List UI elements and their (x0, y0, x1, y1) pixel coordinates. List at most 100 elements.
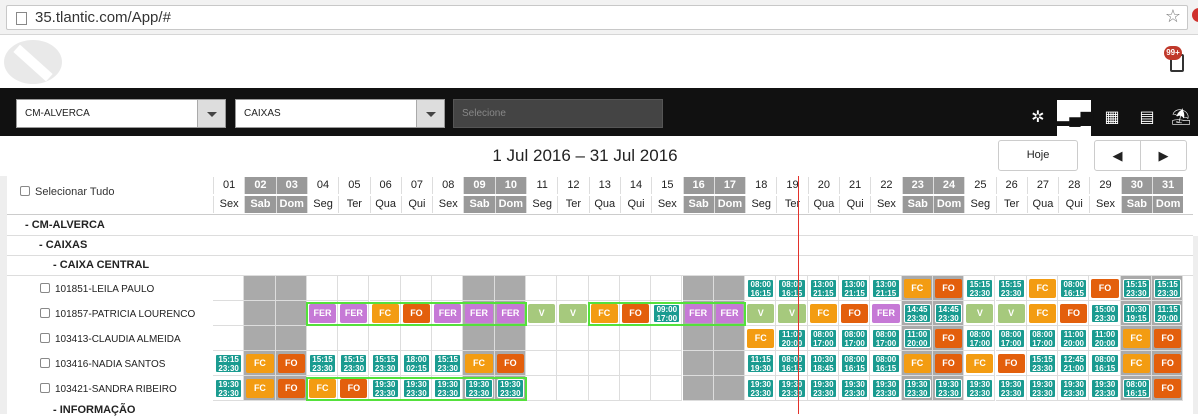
day-cell[interactable] (713, 376, 746, 401)
shift-badge[interactable]: 19:30 23:30 (778, 379, 806, 398)
day-cell[interactable] (213, 326, 245, 351)
shift-badge[interactable]: 15:15 23:30 (434, 354, 462, 373)
shift-badge[interactable]: 19:30 23:30 (1091, 379, 1119, 398)
shift-badge[interactable]: FC (966, 354, 994, 373)
vacation-icon[interactable]: ⛱ (1164, 100, 1198, 136)
shift-badge[interactable]: V (997, 304, 1025, 323)
shift-badge[interactable]: FO (1154, 379, 1182, 398)
shift-badge[interactable]: FC (903, 354, 931, 373)
shift-badge[interactable]: FC (465, 354, 493, 373)
shift-badge[interactable]: 08:00 17:00 (966, 329, 994, 348)
day-cell[interactable] (588, 326, 620, 351)
shift-badge[interactable]: V (966, 304, 994, 323)
day-cell[interactable] (588, 351, 620, 376)
shift-badge[interactable]: 11:00 20:00 (1091, 329, 1119, 348)
shift-badge[interactable]: 15:15 23:30 (215, 354, 243, 373)
shift-badge[interactable]: FC (747, 329, 775, 348)
shift-badge[interactable]: FC (903, 279, 931, 298)
day-cell[interactable] (682, 376, 714, 401)
bar-chart-icon[interactable]: ▂▄▆ (1057, 100, 1093, 136)
day-cell[interactable] (557, 326, 589, 351)
shift-badge[interactable]: 08:00 16:15 (1091, 354, 1119, 373)
notifications-button[interactable]: 99+ (1164, 46, 1190, 76)
shift-badge[interactable]: 19:30 23:30 (841, 379, 869, 398)
shift-badge[interactable]: FO (496, 354, 524, 373)
shift-badge[interactable]: FO (1154, 329, 1182, 348)
shift-badge[interactable]: 12:45 21:00 (1060, 354, 1088, 373)
shift-badge[interactable]: 19:30 23:30 (747, 379, 775, 398)
shift-badge[interactable]: V (528, 304, 556, 323)
shift-badge[interactable]: 18:00 02:15 (402, 354, 431, 373)
day-cell[interactable] (651, 326, 683, 351)
shift-badge[interactable]: FO (934, 329, 963, 348)
shift-badge[interactable]: 15:15 23:30 (340, 354, 368, 373)
employee-checkbox[interactable] (40, 333, 50, 343)
shift-badge[interactable]: 08:00 16:15 (778, 354, 806, 373)
shift-badge[interactable]: 08:00 17:00 (1028, 329, 1057, 348)
day-cell[interactable] (588, 276, 620, 301)
shift-badge[interactable]: 11:15 20:00 (1154, 304, 1182, 323)
third-select[interactable]: Selecione (453, 99, 663, 128)
shift-badge[interactable]: 10:30 19:15 (1122, 304, 1150, 323)
employee-label[interactable]: 101857-PATRICIA LOURENCO (40, 308, 195, 320)
shift-badge[interactable]: 15:15 23:30 (997, 279, 1025, 298)
shift-badge[interactable]: 19:30 23:30 (997, 379, 1025, 398)
day-cell[interactable] (557, 376, 589, 401)
shift-badge[interactable]: 15:15 23:30 (308, 354, 337, 373)
shift-badge[interactable]: 15:15 23:30 (1028, 354, 1057, 373)
shift-badge[interactable]: 15:15 23:30 (1154, 279, 1182, 298)
shift-badge[interactable]: FC (1122, 354, 1150, 373)
extension-icon[interactable] (1192, 8, 1198, 22)
day-cell[interactable] (557, 351, 589, 376)
shift-badge[interactable]: 08:00 17:00 (841, 329, 869, 348)
shift-badge[interactable]: 14:45 23:30 (903, 304, 931, 323)
scrollbar[interactable] (1193, 236, 1198, 414)
select-all-checkbox[interactable] (20, 186, 30, 196)
shift-badge[interactable]: 08:00 16:15 (778, 279, 806, 298)
employee-label[interactable]: 101851-LEILA PAULO (40, 283, 154, 295)
shift-badge[interactable]: 19:30 23:30 (966, 379, 994, 398)
day-cell[interactable] (369, 276, 401, 301)
chevron-down-icon[interactable] (416, 100, 444, 127)
day-cell[interactable] (682, 351, 714, 376)
shift-badge[interactable]: 19:30 23:30 (215, 379, 243, 398)
next-button[interactable]: ▶ (1140, 140, 1187, 171)
day-cell[interactable] (432, 326, 464, 351)
shift-badge[interactable]: 13:00 21:15 (872, 279, 900, 298)
shift-badge[interactable]: 13:00 21:15 (809, 279, 837, 298)
day-cell[interactable] (213, 301, 245, 326)
day-cell[interactable] (275, 301, 307, 326)
shift-badge[interactable]: 11:00 20:00 (778, 329, 806, 348)
day-cell[interactable] (526, 276, 558, 301)
employee-checkbox[interactable] (40, 283, 50, 293)
shift-badge[interactable]: 11:00 20:00 (903, 329, 931, 348)
shift-badge[interactable]: FO (277, 379, 305, 398)
shift-badge[interactable]: FO (934, 279, 963, 298)
url-text[interactable]: 35.tlantic.com/App/# (35, 9, 171, 26)
day-cell[interactable] (619, 376, 652, 401)
shift-badge[interactable]: FC (246, 379, 274, 398)
prev-button[interactable]: ◀ (1094, 140, 1141, 171)
bookmark-star-icon[interactable]: ☆ (1165, 6, 1181, 27)
shift-badge[interactable]: 08:00 17:00 (809, 329, 837, 348)
shift-badge[interactable]: FC (809, 304, 837, 323)
shift-badge[interactable]: 15:00 23:30 (1091, 304, 1119, 323)
shift-badge[interactable]: 19:30 23:30 (872, 379, 900, 398)
chevron-down-icon[interactable] (197, 100, 225, 127)
day-cell[interactable] (651, 351, 683, 376)
shift-badge[interactable]: 19:30 23:30 (1060, 379, 1088, 398)
day-cell[interactable] (244, 326, 276, 351)
store-select[interactable]: CM-ALVERCA (16, 99, 226, 128)
day-cell[interactable] (494, 326, 526, 351)
day-cell[interactable] (494, 276, 526, 301)
shift-badge[interactable]: FO (997, 354, 1025, 373)
shift-badge[interactable]: FO (1154, 354, 1182, 373)
day-cell[interactable] (588, 376, 620, 401)
shift-badge[interactable]: FO (841, 304, 869, 323)
day-cell[interactable] (463, 276, 495, 301)
shift-badge[interactable]: V (747, 304, 775, 323)
shift-badge[interactable]: 08:00 17:00 (997, 329, 1025, 348)
employee-checkbox[interactable] (40, 308, 50, 318)
day-cell[interactable] (557, 276, 589, 301)
shift-badge[interactable]: 15:15 23:30 (371, 354, 399, 373)
